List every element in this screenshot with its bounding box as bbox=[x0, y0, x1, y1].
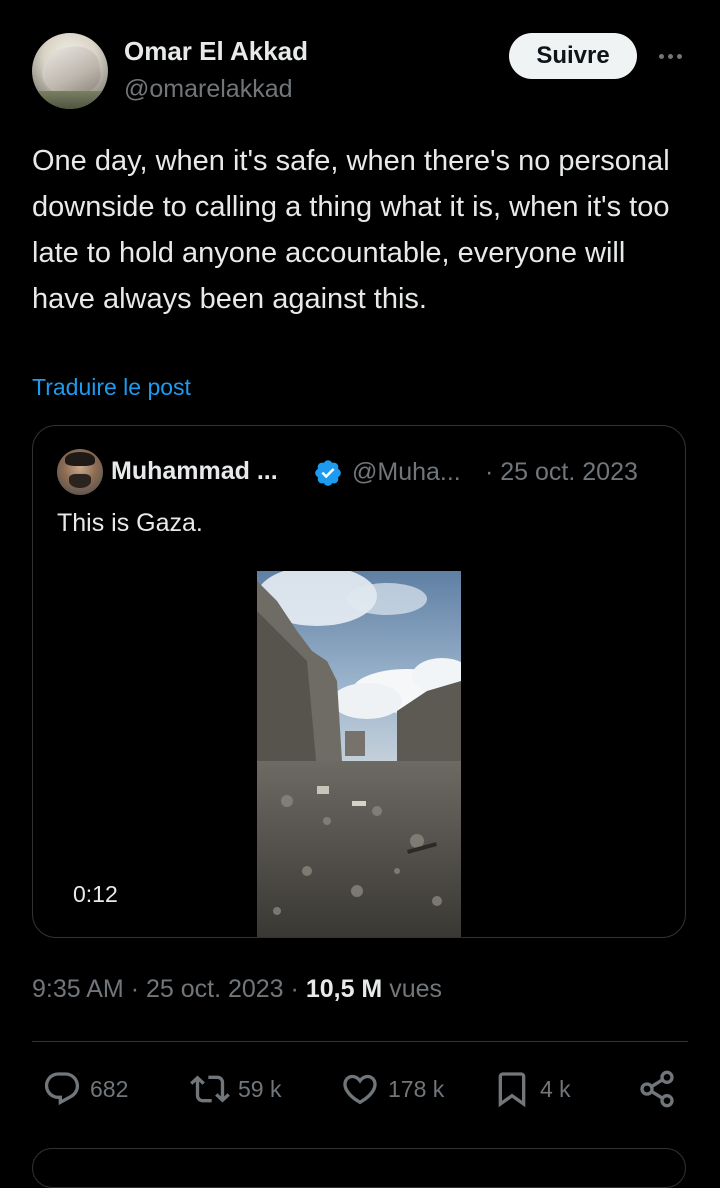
quoted-author-handle[interactable]: @Muha... bbox=[352, 458, 461, 487]
post-text: One day, when it's safe, when there's no… bbox=[32, 145, 670, 315]
post-meta: 9:35 AM · 25 oct. 2023 · 10,5 M vues bbox=[32, 975, 442, 1004]
video-duration: 0:12 bbox=[73, 881, 118, 907]
reply-composer[interactable] bbox=[32, 1148, 686, 1188]
repost-icon bbox=[190, 1075, 230, 1103]
post-time[interactable]: 9:35 AM bbox=[32, 975, 124, 1003]
like-icon bbox=[343, 1074, 377, 1105]
reply-icon bbox=[44, 1072, 80, 1106]
reply-button[interactable]: 682 bbox=[42, 1068, 128, 1110]
post-date[interactable]: 25 oct. 2023 bbox=[146, 975, 284, 1003]
like-count: 178 k bbox=[388, 1075, 445, 1102]
verified-badge-icon bbox=[315, 460, 341, 486]
repost-count: 59 k bbox=[238, 1075, 282, 1102]
video-thumbnail[interactable] bbox=[257, 571, 461, 937]
views-count: 10,5 M bbox=[305, 975, 383, 1003]
avatar-beard bbox=[69, 474, 91, 488]
like-button[interactable]: 178 k bbox=[340, 1068, 444, 1110]
bookmark-count: 4 k bbox=[540, 1075, 571, 1102]
author-avatar[interactable] bbox=[32, 33, 108, 109]
quoted-post-date[interactable]: · 25 oct. 2023 bbox=[485, 458, 638, 487]
more-dot bbox=[667, 53, 673, 59]
quoted-author-avatar[interactable] bbox=[57, 449, 103, 495]
more-dot bbox=[658, 53, 664, 59]
repost-button[interactable]: 59 k bbox=[190, 1068, 281, 1110]
divider bbox=[32, 1041, 688, 1042]
share-button[interactable] bbox=[637, 1068, 677, 1110]
author-handle[interactable]: @omarelakkad bbox=[124, 75, 293, 104]
quoted-post-text: This is Gaza. bbox=[57, 509, 203, 537]
avatar-hair bbox=[65, 452, 95, 466]
avatar-image-ground bbox=[32, 91, 108, 109]
bookmark-button[interactable]: 4 k bbox=[492, 1068, 571, 1110]
follow-button[interactable]: Suivre bbox=[509, 33, 637, 79]
quoted-author-name[interactable]: Muhammad ... bbox=[111, 457, 278, 486]
translate-post-link[interactable]: Traduire le post bbox=[32, 374, 191, 401]
bookmark-icon bbox=[498, 1072, 526, 1108]
author-name[interactable]: Omar El Akkad bbox=[124, 36, 308, 67]
video-frame-image bbox=[257, 571, 461, 937]
meta-separator: · bbox=[130, 975, 140, 1003]
quoted-post-card[interactable]: Muhammad ... @Muha... · 25 oct. 2023 Thi… bbox=[32, 425, 686, 938]
meta-separator: · bbox=[290, 975, 299, 1003]
more-icon[interactable] bbox=[650, 40, 690, 72]
views-label: vues bbox=[389, 975, 443, 1003]
share-icon bbox=[640, 1070, 674, 1108]
more-dot bbox=[676, 53, 682, 59]
reply-count: 682 bbox=[90, 1075, 129, 1102]
